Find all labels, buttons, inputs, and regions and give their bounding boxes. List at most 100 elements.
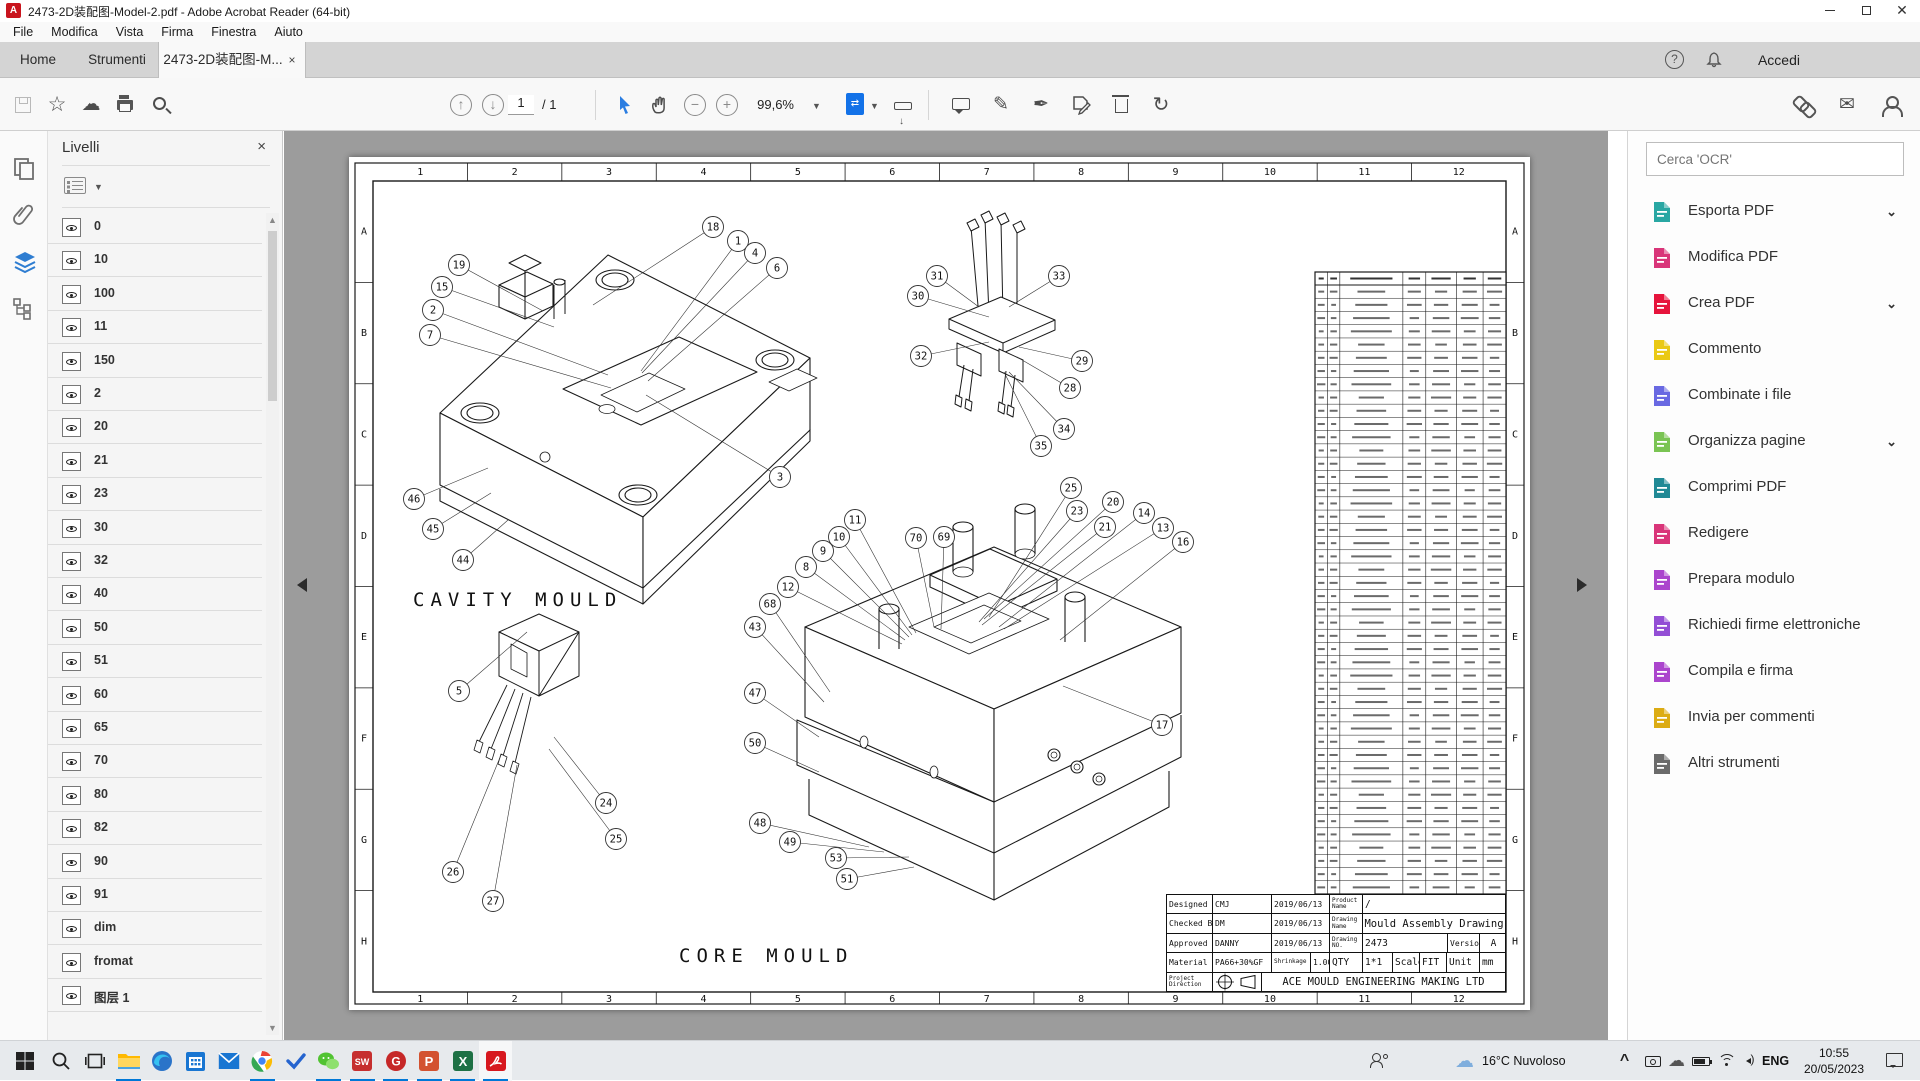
star-favorite-icon[interactable]: ☆ <box>44 92 70 118</box>
menu-vista[interactable]: Vista <box>107 25 153 39</box>
tool-crea-pdf[interactable]: Crea PDF⌄ <box>1628 281 1920 327</box>
layers-scrollbar[interactable]: ▲▼ <box>266 213 279 1035</box>
layer-visibility-toggle[interactable] <box>62 218 81 237</box>
tool-esporta-pdf[interactable]: Esporta PDF⌄ <box>1628 189 1920 235</box>
chevron-down-icon[interactable]: ⌄ <box>1886 204 1897 220</box>
menu-firma[interactable]: Firma <box>152 25 202 39</box>
start-icon[interactable] <box>8 1041 41 1081</box>
excel-icon[interactable]: X <box>446 1041 479 1081</box>
weather-icon[interactable]: ☁ <box>1448 1041 1481 1081</box>
zoom-in-icon[interactable]: + <box>716 94 738 116</box>
layer-visibility-toggle[interactable] <box>62 986 81 1005</box>
acrobat-icon[interactable] <box>479 1041 512 1081</box>
account-icon[interactable] <box>1878 92 1904 118</box>
menu-modifica[interactable]: Modifica <box>42 25 107 39</box>
tools-search-input[interactable] <box>1646 142 1904 176</box>
layer-visibility-toggle[interactable] <box>62 418 81 437</box>
minimize-button[interactable] <box>1812 0 1848 22</box>
action-center-icon[interactable] <box>1886 1053 1903 1067</box>
tab-tools[interactable]: Strumenti <box>76 42 158 78</box>
close-button[interactable]: ✕ <box>1884 0 1920 22</box>
layer-visibility-toggle[interactable] <box>62 352 81 371</box>
fit-width-icon[interactable]: ⇄ <box>846 93 864 115</box>
zoom-level[interactable]: 99,6% <box>748 97 794 112</box>
people-icon[interactable] <box>1362 1041 1395 1081</box>
tool-invia-per-commenti[interactable]: Invia per commenti <box>1628 695 1920 741</box>
layer-visibility-toggle[interactable] <box>62 485 81 504</box>
pdf-page[interactable]: 112233445566778899101011111212AABBCCDDEE… <box>349 157 1530 1010</box>
highlighter-icon[interactable]: ✎ <box>988 92 1014 118</box>
tool-combinate-i-file[interactable]: Combinate i file <box>1628 373 1920 419</box>
tab-document[interactable]: 2473-2D装配图-M... × <box>158 42 306 78</box>
menu-aiuto[interactable]: Aiuto <box>265 25 312 39</box>
layers-icon[interactable] <box>12 249 36 273</box>
layer-visibility-toggle[interactable] <box>62 652 81 671</box>
layer-visibility-toggle[interactable] <box>62 886 81 905</box>
rotate-pages-icon[interactable]: ↻ <box>1148 92 1174 118</box>
calendar-icon[interactable] <box>179 1041 212 1081</box>
scroll-left-icon[interactable] <box>290 578 307 592</box>
layer-visibility-toggle[interactable] <box>62 919 81 938</box>
fit-caret-icon[interactable]: ▼ <box>870 101 879 111</box>
layer-visibility-toggle[interactable] <box>62 318 81 337</box>
tool-comprimi-pdf[interactable]: Comprimi PDF <box>1628 465 1920 511</box>
tool-modifica-pdf[interactable]: Modifica PDF <box>1628 235 1920 281</box>
tool-prepara-modulo[interactable]: Prepara modulo <box>1628 557 1920 603</box>
solidworks-icon[interactable]: SW <box>346 1041 379 1081</box>
g-app-icon[interactable]: G <box>379 1041 412 1081</box>
sign-in-button[interactable]: Accedi <box>1758 42 1800 78</box>
zoom-caret-icon[interactable]: ▼ <box>812 101 821 111</box>
menu-file[interactable]: File <box>4 25 42 39</box>
comment-icon[interactable] <box>948 92 974 118</box>
layer-visibility-toggle[interactable] <box>62 786 81 805</box>
layers-scrollbar-thumb[interactable] <box>268 231 277 401</box>
chevron-down-icon[interactable]: ⌄ <box>1886 434 1897 450</box>
chrome-icon[interactable] <box>246 1041 279 1081</box>
task-view-icon[interactable] <box>78 1041 111 1081</box>
layers-panel-close-icon[interactable]: × <box>257 138 266 155</box>
edge-icon[interactable] <box>145 1041 178 1081</box>
tool-redigere[interactable]: Redigere <box>1628 511 1920 557</box>
edit-page-icon[interactable] <box>1068 92 1094 118</box>
notifications-bell-icon[interactable] <box>1704 50 1724 70</box>
print-icon[interactable] <box>112 92 138 118</box>
layer-visibility-toggle[interactable] <box>62 619 81 638</box>
layer-visibility-toggle[interactable] <box>62 552 81 571</box>
model-tree-icon[interactable] <box>12 297 36 321</box>
tool-commento[interactable]: Commento <box>1628 327 1920 373</box>
layer-visibility-toggle[interactable] <box>62 452 81 471</box>
find-icon[interactable] <box>146 92 172 118</box>
powerpoint-icon[interactable]: P <box>413 1041 446 1081</box>
taskbar-search-icon[interactable] <box>44 1041 77 1081</box>
previous-page-icon[interactable]: ↑ <box>450 94 472 116</box>
layer-visibility-toggle[interactable] <box>62 686 81 705</box>
mail-icon[interactable] <box>212 1041 245 1081</box>
layer-visibility-toggle[interactable] <box>62 251 81 270</box>
clock[interactable]: 10:55 20/05/2023 <box>1796 1045 1872 1077</box>
hand-tool-icon[interactable] <box>647 92 673 118</box>
layer-visibility-toggle[interactable] <box>62 853 81 872</box>
layer-visibility-toggle[interactable] <box>62 519 81 538</box>
fill-sign-icon[interactable]: ✒ <box>1028 92 1054 118</box>
todo-icon[interactable] <box>279 1041 312 1081</box>
page-number-input[interactable]: 1 <box>508 95 534 115</box>
maximize-button[interactable] <box>1848 0 1884 22</box>
tool-compila-e-firma[interactable]: Compila e firma <box>1628 649 1920 695</box>
weather-text[interactable]: 16°C Nuvoloso <box>1482 1041 1566 1081</box>
wechat-icon[interactable] <box>312 1041 345 1081</box>
collapse-toolbar-icon[interactable] <box>890 92 916 118</box>
email-icon[interactable]: ✉ <box>1834 92 1860 118</box>
file-explorer-icon[interactable] <box>112 1041 145 1081</box>
help-icon[interactable]: ? <box>1665 50 1684 69</box>
tool-richiedi-firme-elettroniche[interactable]: Richiedi firme elettroniche <box>1628 603 1920 649</box>
save-icon[interactable] <box>10 92 36 118</box>
menu-finestra[interactable]: Finestra <box>202 25 265 39</box>
scroll-right-icon[interactable] <box>1577 578 1594 592</box>
tab-close-icon[interactable]: × <box>285 42 299 78</box>
layer-visibility-toggle[interactable] <box>62 819 81 838</box>
layer-visibility-toggle[interactable] <box>62 953 81 972</box>
attachments-icon[interactable] <box>12 203 36 227</box>
layer-visibility-toggle[interactable] <box>62 752 81 771</box>
layer-visibility-toggle[interactable] <box>62 585 81 604</box>
zoom-out-icon[interactable]: − <box>684 94 706 116</box>
